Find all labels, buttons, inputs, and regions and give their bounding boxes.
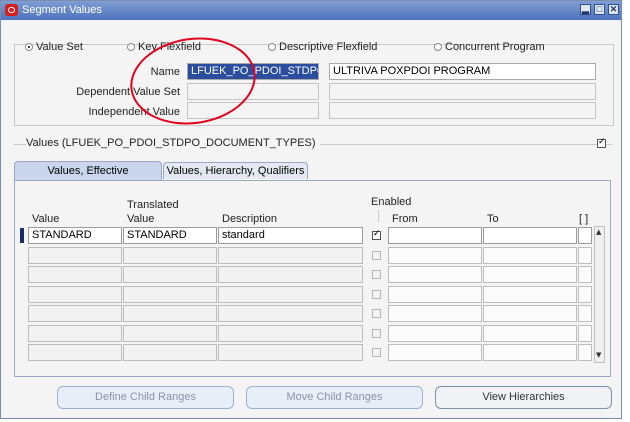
independent-description-field[interactable] xyxy=(329,102,596,119)
tab-values-hierarchy-qualifiers[interactable]: Values, Hierarchy, Qualifiers xyxy=(163,162,308,179)
enabled-checkbox[interactable] xyxy=(372,329,381,338)
description-cell[interactable] xyxy=(218,247,363,264)
translated-value-cell[interactable] xyxy=(123,344,217,361)
enabled-checkbox[interactable] xyxy=(372,290,381,299)
to-date-cell[interactable] xyxy=(483,325,577,342)
flexfield-cell[interactable] xyxy=(578,325,592,342)
value-cell[interactable] xyxy=(28,305,122,322)
translated-value-cell[interactable] xyxy=(123,325,217,342)
column-header-flexfield: [ ] xyxy=(579,213,589,225)
column-header-description: Description xyxy=(222,213,278,225)
from-date-cell[interactable] xyxy=(388,344,482,361)
scroll-up-icon[interactable]: ▲ xyxy=(596,228,601,236)
values-section-checkbox[interactable] xyxy=(597,137,606,148)
view-hierarchies-button[interactable]: View Hierarchies xyxy=(435,386,612,409)
row-indicator[interactable] xyxy=(20,326,24,341)
description-cell[interactable] xyxy=(218,325,363,342)
scroll-down-icon[interactable]: ▼ xyxy=(596,351,601,359)
enabled-checkbox[interactable] xyxy=(372,251,381,260)
value-cell[interactable] xyxy=(28,344,122,361)
window-title: Segment Values xyxy=(22,4,102,16)
radio-label: Concurrent Program xyxy=(445,41,545,53)
value-cell[interactable] xyxy=(28,266,122,283)
description-cell[interactable] xyxy=(218,266,363,283)
values-section-title: Values (LFUEK_PO_PDOI_STDPO_DOCUMENT_TYP… xyxy=(26,137,320,149)
to-date-cell[interactable] xyxy=(483,247,577,264)
radio-unselected-icon xyxy=(434,43,442,51)
translated-value-cell[interactable] xyxy=(123,266,217,283)
value-cell[interactable] xyxy=(28,247,122,264)
maximize-button[interactable]: □ xyxy=(594,4,605,15)
radio-label: Value Set xyxy=(36,41,83,53)
description-cell[interactable]: standard xyxy=(218,227,363,244)
column-header-enabled: Enabled xyxy=(371,196,412,208)
from-date-cell[interactable] xyxy=(388,247,482,264)
enabled-checkbox[interactable] xyxy=(372,229,381,240)
dependent-description-field[interactable] xyxy=(329,83,596,100)
column-header-value: Value xyxy=(32,213,60,225)
translated-value-cell[interactable]: STANDARD xyxy=(123,227,217,244)
column-header-translated-value: Value xyxy=(127,213,155,225)
radio-selected-icon xyxy=(25,43,33,51)
from-date-cell[interactable] xyxy=(388,266,482,283)
define-child-ranges-button[interactable]: Define Child Ranges xyxy=(57,386,234,409)
enabled-checkbox[interactable] xyxy=(372,309,381,318)
to-date-cell[interactable] xyxy=(483,227,577,244)
close-button[interactable]: ✕ xyxy=(608,4,619,15)
flexfield-cell[interactable] xyxy=(578,227,592,244)
translated-value-cell[interactable] xyxy=(123,247,217,264)
row-indicator[interactable] xyxy=(20,228,24,243)
enabled-group-divider xyxy=(378,210,379,222)
from-date-cell[interactable] xyxy=(388,286,482,303)
row-indicator[interactable] xyxy=(20,267,24,282)
to-date-cell[interactable] xyxy=(483,344,577,361)
translated-value-cell[interactable] xyxy=(123,286,217,303)
flexfield-cell[interactable] xyxy=(578,247,592,264)
tab-values-effective[interactable]: Values, Effective xyxy=(14,161,162,180)
value-cell[interactable] xyxy=(28,325,122,342)
radio-unselected-icon xyxy=(268,43,276,51)
from-date-cell[interactable] xyxy=(388,325,482,342)
description-cell[interactable] xyxy=(218,286,363,303)
description-cell[interactable] xyxy=(218,305,363,322)
from-date-cell[interactable] xyxy=(388,227,482,244)
flexfield-cell[interactable] xyxy=(578,305,592,322)
name-description-field[interactable]: ULTRIVA POXPDOI PROGRAM xyxy=(329,63,596,80)
flexfield-cell[interactable] xyxy=(578,286,592,303)
flexfield-cell[interactable] xyxy=(578,266,592,283)
value-cell[interactable]: STANDARD xyxy=(28,227,122,244)
flexfield-cell[interactable] xyxy=(578,344,592,361)
radio-value-set[interactable]: Value Set xyxy=(25,41,83,53)
from-date-cell[interactable] xyxy=(388,305,482,322)
radio-label: Descriptive Flexfield xyxy=(279,41,378,53)
row-indicator[interactable] xyxy=(20,345,24,360)
description-cell[interactable] xyxy=(218,344,363,361)
row-indicator[interactable] xyxy=(20,306,24,321)
to-date-cell[interactable] xyxy=(483,266,577,283)
oracle-app-icon xyxy=(5,4,18,16)
translated-value-cell[interactable] xyxy=(123,305,217,322)
enabled-checkbox[interactable] xyxy=(372,270,381,279)
row-indicator[interactable] xyxy=(20,287,24,302)
enabled-checkbox[interactable] xyxy=(372,348,381,357)
to-date-cell[interactable] xyxy=(483,286,577,303)
title-bar[interactable]: Segment Values ▂ □ ✕ xyxy=(1,1,621,20)
value-cell[interactable] xyxy=(28,286,122,303)
column-header-from: From xyxy=(392,213,418,225)
column-header-to: To xyxy=(487,213,499,225)
row-indicator[interactable] xyxy=(20,248,24,263)
column-header-translated: Translated xyxy=(127,199,179,211)
radio-concurrent-program[interactable]: Concurrent Program xyxy=(434,41,545,53)
minimize-button[interactable]: ▂ xyxy=(580,4,591,15)
radio-unselected-icon xyxy=(127,43,135,51)
radio-descriptive-flexfield[interactable]: Descriptive Flexfield xyxy=(268,41,377,53)
to-date-cell[interactable] xyxy=(483,305,577,322)
move-child-ranges-button[interactable]: Move Child Ranges xyxy=(246,386,423,409)
table-scrollbar[interactable]: ▲ ▼ xyxy=(594,226,605,363)
